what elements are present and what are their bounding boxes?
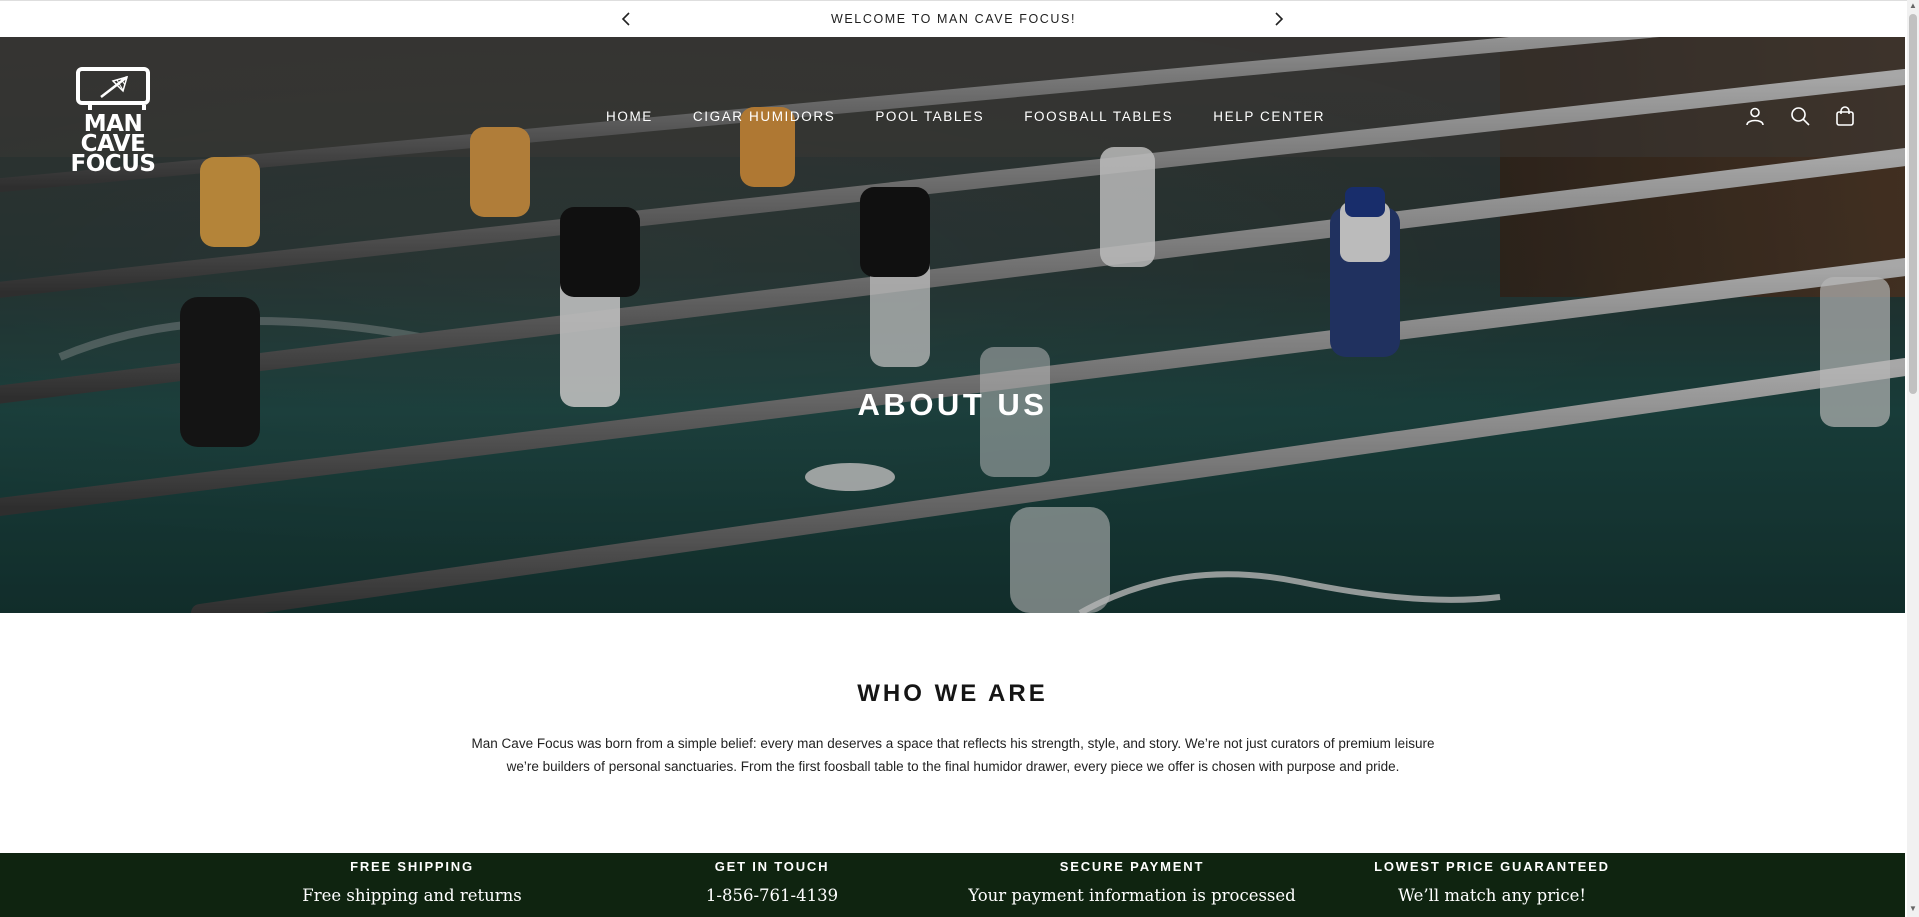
features-bar: FREE SHIPPING Free shipping and returns … bbox=[0, 853, 1905, 917]
section-title: WHO WE ARE bbox=[857, 680, 1048, 707]
logo-line-2: FOCUS bbox=[70, 151, 156, 177]
search-icon[interactable] bbox=[1789, 105, 1811, 127]
page-title: ABOUT US bbox=[857, 387, 1048, 422]
feature-text: Free shipping and returns bbox=[302, 886, 522, 905]
announcement-text: WELCOME TO MAN CAVE FOCUS! bbox=[830, 11, 1077, 26]
nav-item-help-center[interactable]: HELP CENTER bbox=[1213, 109, 1325, 124]
cue-net-icon bbox=[100, 75, 129, 98]
header-icons bbox=[1744, 105, 1856, 127]
chevron-left-icon[interactable] bbox=[616, 9, 636, 29]
bag-icon[interactable] bbox=[1834, 105, 1856, 127]
feature-lowest-price: LOWEST PRICE GUARANTEED We’ll match any … bbox=[1322, 853, 1662, 905]
scroll-thumb[interactable] bbox=[1909, 14, 1917, 394]
logo-mark bbox=[76, 67, 150, 110]
page-scrollbar[interactable]: ▲ ▼ bbox=[1907, 0, 1919, 917]
hero-banner: MAN CAVE FOCUS HOME CIGAR HUMIDORS POOL … bbox=[0, 37, 1905, 613]
user-icon[interactable] bbox=[1744, 105, 1766, 127]
logo-text: MAN CAVE FOCUS bbox=[58, 111, 168, 177]
feature-get-in-touch: GET IN TOUCH 1-856-761-4139 bbox=[602, 853, 942, 905]
feature-secure-payment: SECURE PAYMENT Your payment information … bbox=[962, 853, 1302, 905]
feature-title: LOWEST PRICE GUARANTEED bbox=[1374, 859, 1610, 874]
nav-item-home[interactable]: HOME bbox=[606, 109, 653, 124]
feature-title: GET IN TOUCH bbox=[714, 859, 830, 874]
nav-item-pool-tables[interactable]: POOL TABLES bbox=[875, 109, 984, 124]
phone-link[interactable]: 1-856-761-4139 bbox=[602, 886, 942, 905]
scroll-up-icon[interactable]: ▲ bbox=[1909, 2, 1917, 10]
logo-line-1: MAN CAVE bbox=[80, 111, 146, 157]
section-body: Man Cave Focus was born from a simple be… bbox=[471, 736, 1435, 774]
feature-text: Your payment information is processed bbox=[968, 886, 1296, 905]
chevron-right-icon[interactable] bbox=[1269, 9, 1289, 29]
feature-text: We’ll match any price! bbox=[1397, 886, 1587, 905]
feature-title: SECURE PAYMENT bbox=[1059, 859, 1205, 874]
scroll-down-icon[interactable]: ▼ bbox=[1909, 905, 1917, 913]
feature-title: FREE SHIPPING bbox=[350, 859, 474, 874]
nav-item-cigar-humidors[interactable]: CIGAR HUMIDORS bbox=[693, 109, 835, 124]
feature-free-shipping: FREE SHIPPING Free shipping and returns bbox=[242, 853, 582, 905]
site-logo[interactable]: MAN CAVE FOCUS bbox=[58, 67, 168, 177]
main-nav: HOME CIGAR HUMIDORS POOL TABLES FOOSBALL… bbox=[606, 109, 1365, 124]
nav-item-foosball-tables[interactable]: FOOSBALL TABLES bbox=[1024, 109, 1173, 124]
announcement-bar: WELCOME TO MAN CAVE FOCUS! bbox=[0, 0, 1907, 36]
